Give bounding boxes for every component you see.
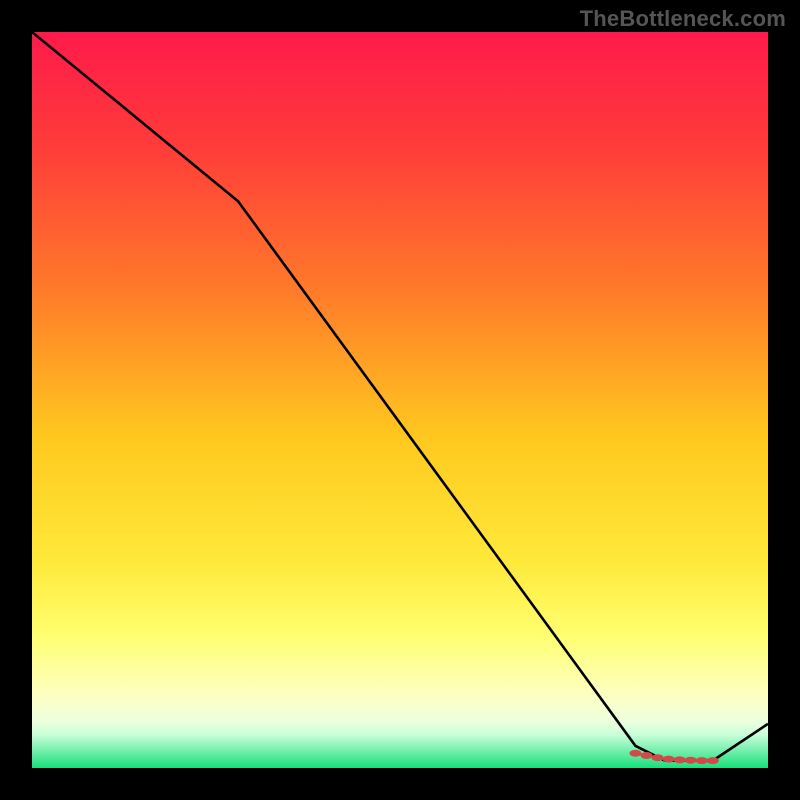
attribution-text: TheBottleneck.com bbox=[580, 6, 786, 32]
series-dot bbox=[641, 752, 653, 759]
series-dot bbox=[663, 756, 675, 763]
series-dot bbox=[674, 756, 686, 763]
series-dot bbox=[696, 757, 708, 764]
gradient-background bbox=[32, 32, 768, 768]
plot-area bbox=[32, 32, 768, 768]
series-dot bbox=[685, 757, 697, 764]
series-dot bbox=[630, 750, 642, 757]
series-dot bbox=[652, 754, 664, 761]
chart-svg bbox=[32, 32, 768, 768]
chart-frame: TheBottleneck.com bbox=[0, 0, 800, 800]
series-dot bbox=[707, 757, 719, 764]
